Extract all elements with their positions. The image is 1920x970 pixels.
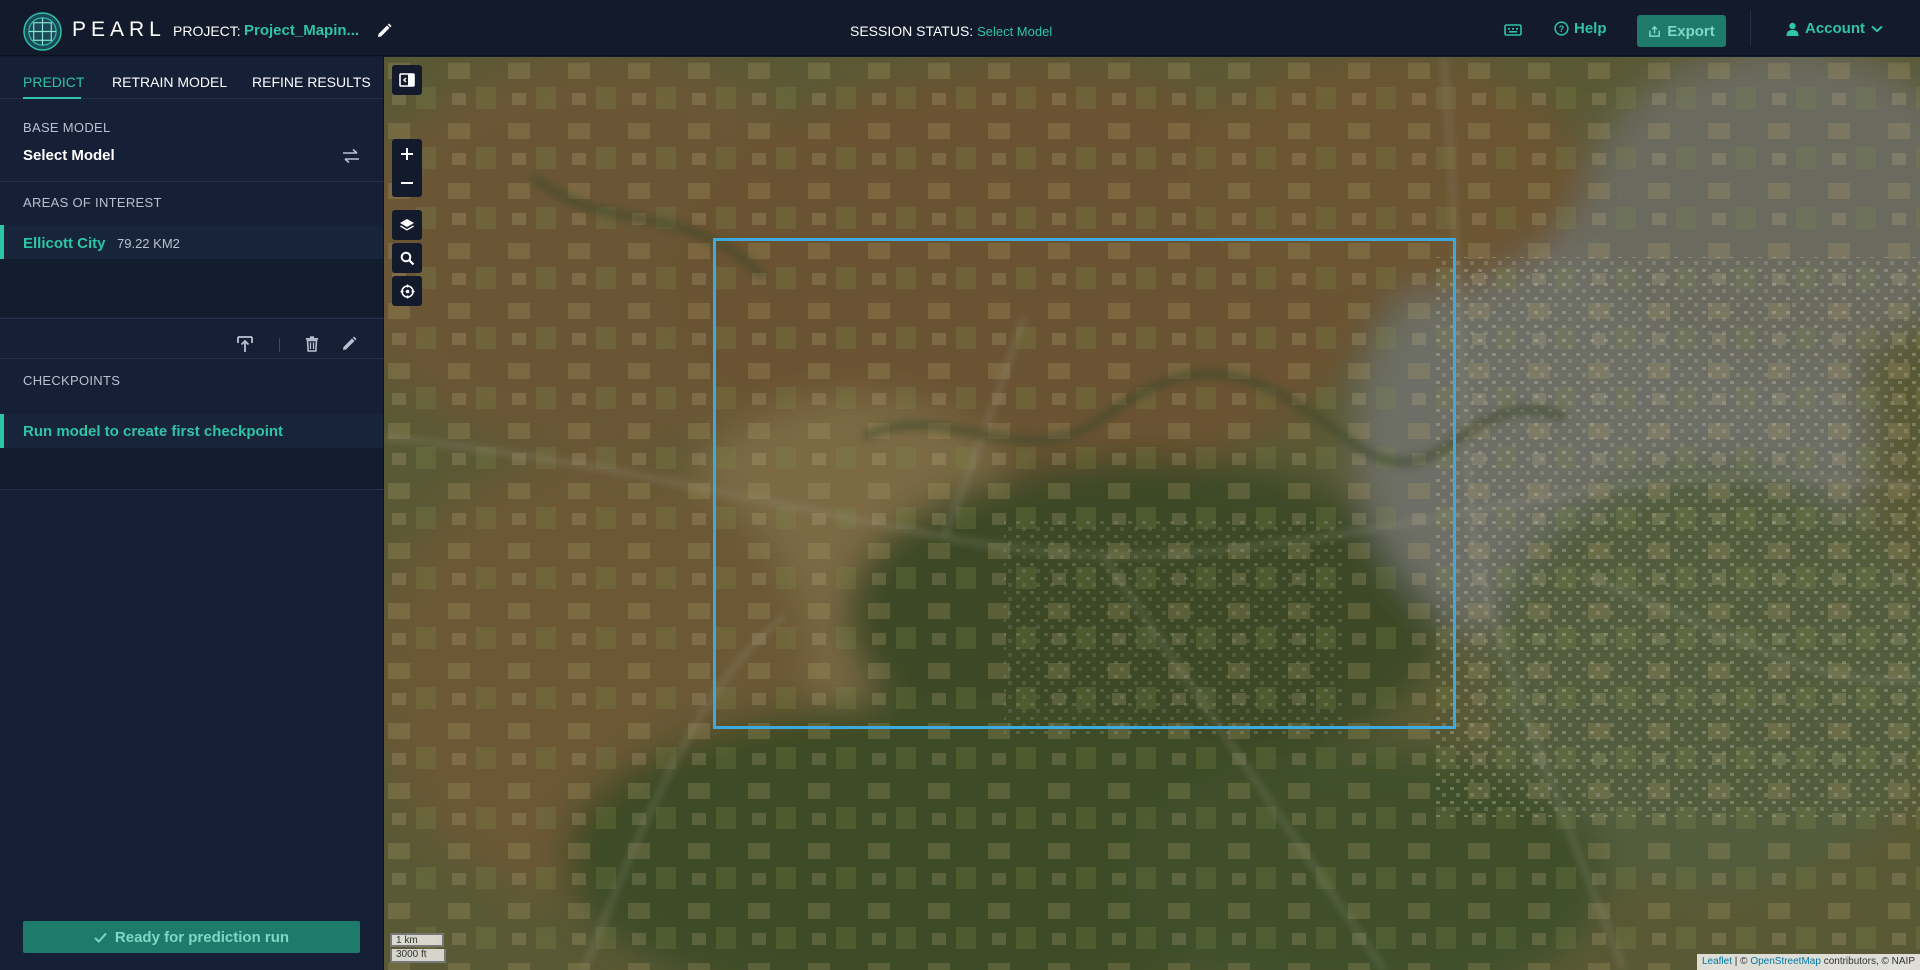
pearl-logo-icon xyxy=(23,12,62,51)
plus-icon xyxy=(401,147,413,160)
sidebar-tabs: PREDICT RETRAIN MODEL REFINE RESULTS xyxy=(0,57,383,99)
locate-button[interactable] xyxy=(392,276,422,306)
minus-icon xyxy=(401,181,413,184)
brand-name: PEARL xyxy=(72,18,166,41)
export-upload-icon xyxy=(1649,25,1661,37)
leaflet-link[interactable]: Leaflet xyxy=(1702,956,1732,967)
tab-refine-results[interactable]: REFINE RESULTS xyxy=(252,74,371,90)
project-name[interactable]: Project_Mapin... xyxy=(244,22,359,39)
checkpoints-heading: CHECKPOINTS xyxy=(23,373,121,388)
aoi-name: Ellicott City xyxy=(23,235,106,252)
base-model-value[interactable]: Select Model xyxy=(23,147,115,164)
base-model-heading: BASE MODEL xyxy=(23,120,111,135)
search-icon xyxy=(400,251,414,265)
account-label: Account xyxy=(1805,20,1865,37)
run-prediction-label: Ready for prediction run xyxy=(114,928,290,946)
aoi-list: Ellicott City 79.22 KM2 xyxy=(0,225,383,317)
divider xyxy=(0,318,384,319)
export-button[interactable]: Export xyxy=(1637,15,1726,47)
aoi-boundary-rectangle[interactable] xyxy=(713,238,1456,729)
panel-toggle-icon xyxy=(399,73,415,87)
divider xyxy=(0,181,384,182)
help-button[interactable]: ? Help xyxy=(1554,20,1607,37)
map-attribution: Leaflet | © OpenStreetMap contributors, … xyxy=(1696,954,1920,970)
chevron-down-icon xyxy=(1871,25,1883,32)
layers-icon xyxy=(400,219,414,231)
aoi-list-item[interactable]: Ellicott City 79.22 KM2 xyxy=(0,225,383,259)
divider xyxy=(0,358,384,359)
checkpoint-hint: Run model to create first checkpoint xyxy=(23,423,284,440)
aoi-area: 79.22 KM2 xyxy=(117,236,180,251)
run-prediction-button[interactable]: Ready for prediction run xyxy=(23,921,360,953)
divider xyxy=(0,489,384,490)
swap-model-icon[interactable] xyxy=(341,147,361,165)
checkpoint-indicator xyxy=(0,414,4,448)
svg-text:?: ? xyxy=(1559,24,1565,34)
collapse-sidebar-button[interactable] xyxy=(392,65,422,95)
account-menu-button[interactable]: Account xyxy=(1786,20,1883,37)
user-icon xyxy=(1786,22,1799,36)
zoom-in-button[interactable] xyxy=(392,139,422,168)
search-location-button[interactable] xyxy=(392,243,422,273)
scale-bar-ft: 3000 ft xyxy=(390,949,446,963)
scale-bar-km: 1 km xyxy=(390,933,444,947)
edit-aoi-pencil-icon[interactable] xyxy=(340,335,358,353)
areas-of-interest-heading: AREAS OF INTEREST xyxy=(23,195,162,210)
attribution-rest: contributors, © NAIP xyxy=(1820,956,1915,967)
active-tab-indicator xyxy=(23,97,81,99)
crosshair-icon xyxy=(400,284,414,298)
project-label: PROJECT: xyxy=(173,23,241,39)
upload-aoi-icon[interactable] xyxy=(236,335,254,353)
header-divider xyxy=(1750,10,1751,46)
checkpoint-list: Run model to create first checkpoint xyxy=(0,414,383,489)
checkpoint-hint-row: Run model to create first checkpoint xyxy=(0,414,383,448)
aoi-selected-indicator xyxy=(0,225,4,259)
attribution-separator: | © xyxy=(1732,956,1751,967)
export-label: Export xyxy=(1667,22,1715,40)
checkmark-icon xyxy=(94,932,107,943)
app-header: PEARL PROJECT: Project_Mapin... SESSION … xyxy=(0,0,1920,56)
delete-aoi-trash-icon[interactable] xyxy=(303,335,321,353)
edit-project-pencil-icon[interactable] xyxy=(375,22,393,40)
zoom-out-button[interactable] xyxy=(392,168,422,197)
session-status-label: SESSION STATUS: xyxy=(850,23,974,39)
tab-retrain-model[interactable]: RETRAIN MODEL xyxy=(112,74,227,90)
sidebar: PREDICT RETRAIN MODEL REFINE RESULTS BAS… xyxy=(0,57,384,970)
help-label: Help xyxy=(1574,20,1607,37)
zoom-controls xyxy=(392,139,422,197)
help-circle-icon: ? xyxy=(1554,21,1569,36)
toolbar-separator xyxy=(279,338,280,352)
openstreetmap-link[interactable]: OpenStreetMap xyxy=(1750,956,1821,967)
session-status: SESSION STATUS: Select Model xyxy=(850,23,1052,39)
session-status-value: Select Model xyxy=(977,24,1053,39)
map-view[interactable]: 1 km 3000 ft Leaflet | © OpenStreetMap c… xyxy=(384,57,1920,970)
layers-button[interactable] xyxy=(392,210,422,240)
keyboard-shortcuts-icon[interactable] xyxy=(1503,20,1523,40)
tab-predict[interactable]: PREDICT xyxy=(23,74,84,90)
